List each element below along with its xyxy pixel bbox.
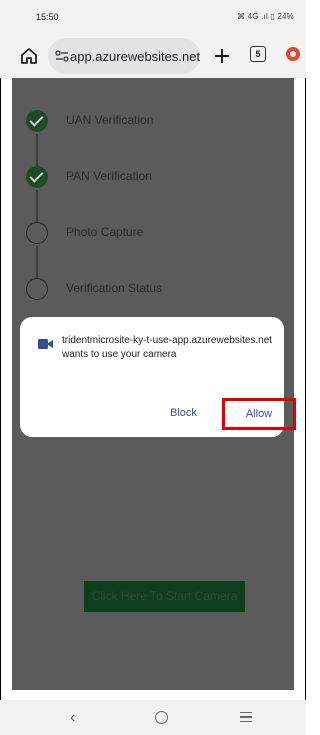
step-label: Photo Capture: [66, 225, 144, 239]
check-icon: [26, 110, 48, 132]
video-camera-icon: [38, 339, 53, 349]
step-verification-status: Verification Status: [26, 278, 286, 306]
permission-message: tridentmicrosite-ky-t-use-app.azurewebsi…: [62, 335, 273, 360]
camera-permission-dialog: tridentmicrosite-ky-t-use-app.azurewebsi…: [20, 317, 296, 437]
url-text[interactable]: app.azurewebsites.net: [70, 49, 200, 64]
home-icon[interactable]: [18, 45, 40, 67]
system-nav-bar: ‹: [0, 700, 306, 735]
step-label: Verification Status: [66, 281, 163, 295]
step-connector: [36, 246, 38, 278]
empty-circle-icon: [26, 222, 48, 244]
step-photo-capture: Photo Capture: [26, 222, 286, 250]
browser-menu-icon[interactable]: [286, 47, 300, 61]
start-camera-button[interactable]: Click Here To Start Camera: [84, 581, 245, 612]
check-icon: [26, 166, 48, 188]
status-bar: 15:50 ⌘ 4G .ıl ▯ 24%: [0, 0, 306, 34]
address-bar[interactable]: app.azurewebsites.net: [48, 38, 200, 74]
status-time: 15:50: [36, 12, 59, 22]
empty-circle-icon: [26, 278, 48, 300]
step-connector: [36, 134, 38, 166]
recents-icon[interactable]: [240, 712, 252, 725]
home-circle-icon[interactable]: [155, 711, 168, 724]
step-label: PAN Verification: [66, 169, 152, 183]
step-label: UAN Verification: [66, 113, 154, 127]
tab-switcher-button[interactable]: 5: [250, 46, 266, 62]
step-pan-verification: PAN Verification: [26, 166, 286, 194]
tune-icon[interactable]: [54, 48, 70, 64]
step-uan-verification: UAN Verification: [26, 110, 286, 138]
block-button[interactable]: Block: [170, 407, 197, 419]
browser-toolbar: app.azurewebsites.net 5: [0, 34, 306, 78]
plus-icon[interactable]: [209, 43, 235, 69]
allow-button[interactable]: Allow: [222, 398, 296, 430]
step-connector: [36, 190, 38, 222]
status-indicators: ⌘ 4G .ıl ▯ 24%: [237, 12, 294, 21]
back-icon[interactable]: ‹: [70, 709, 75, 727]
